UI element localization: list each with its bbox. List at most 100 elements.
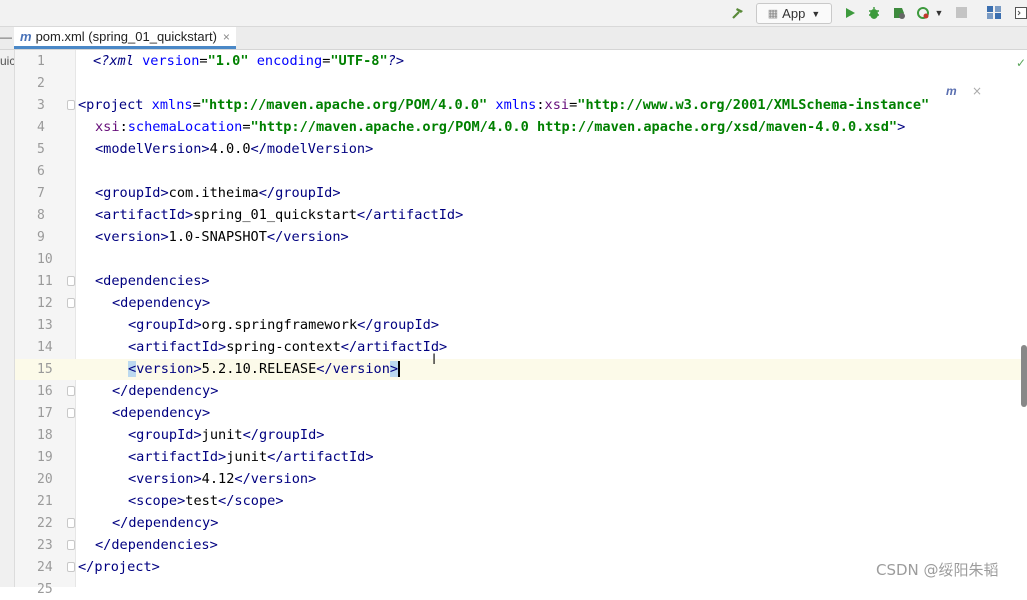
debug-icon[interactable] (865, 3, 883, 22)
line-number: 17 (37, 406, 53, 421)
code-text: <groupId>com.itheima</groupId> (95, 185, 341, 201)
code-text: <artifactId>spring_01_quickstart</artifa… (95, 207, 464, 223)
model-version-value: 4.0.0 (209, 141, 251, 157)
code-line[interactable]: 13 <groupId>org.springframework</groupId… (15, 315, 1027, 336)
schema-location-value: "http://maven.apache.org/POM/4.0.0 http:… (250, 119, 898, 135)
code-line[interactable]: 6 (15, 161, 1027, 182)
group-id-value: com.itheima (168, 185, 259, 201)
app-config-icon: ▦ (767, 8, 779, 20)
close-icon[interactable]: × (972, 84, 982, 98)
line-number: 19 (37, 450, 53, 465)
code-line[interactable]: 20 <version>4.12</version> (15, 469, 1027, 490)
line-number: 11 (37, 274, 53, 289)
line-number: 3 (37, 98, 45, 113)
code-line[interactable]: 21 <scope>test</scope> (15, 491, 1027, 512)
code-line[interactable]: 9 <version>1.0-SNAPSHOT</version> (15, 227, 1027, 248)
fold-marker[interactable] (67, 100, 75, 110)
code-line[interactable]: 3 <project xmlns="http://maven.apache.or… (15, 95, 1027, 116)
code-line[interactable]: 14 <artifactId>spring-context</artifactI… (15, 337, 1027, 358)
code-line[interactable]: 19 <artifactId>junit</artifactId> (15, 447, 1027, 468)
dep1-artifact-id-value: spring-context (226, 339, 341, 355)
code-line[interactable]: 10 (15, 249, 1027, 270)
line-number: 5 (37, 142, 45, 157)
line-number: 4 (37, 120, 45, 135)
code-line[interactable]: 17 <dependency> (15, 403, 1027, 424)
code-text: <?xml version="1.0" encoding="UTF-8"?> (93, 53, 405, 69)
run-icon[interactable] (841, 3, 859, 22)
dep2-scope-value: test (185, 493, 219, 509)
profile-icon[interactable] (914, 3, 932, 22)
code-line[interactable]: 25 (15, 579, 1027, 600)
line-number: 2 (37, 76, 45, 91)
scrollbar-handle[interactable] (1021, 345, 1027, 407)
code-line[interactable]: 1 <?xml version="1.0" encoding="UTF-8"?> (15, 51, 1027, 72)
code-editor[interactable]: 1 <?xml version="1.0" encoding="UTF-8"?>… (15, 51, 1027, 597)
code-text: <project xmlns="http://maven.apache.org/… (78, 97, 930, 113)
hammer-icon[interactable] (729, 3, 747, 22)
fold-marker[interactable] (67, 298, 75, 308)
code-text: <groupId>org.springframework</groupId> (128, 317, 440, 333)
terminal-icon[interactable] (1012, 3, 1027, 22)
chevron-down-icon[interactable]: ▼ (934, 3, 944, 22)
code-text: <version>4.12</version> (128, 471, 317, 487)
project-panel-strip[interactable]: uic (0, 50, 15, 587)
fold-marker[interactable] (67, 540, 75, 550)
code-line[interactable]: 16 </dependency> (15, 381, 1027, 402)
code-text: </dependencies> (95, 537, 218, 553)
text-cursor (398, 361, 401, 377)
line-number: 13 (37, 318, 53, 333)
fold-marker[interactable] (67, 518, 75, 528)
code-text: <modelVersion>4.0.0</modelVersion> (95, 141, 374, 157)
code-line[interactable]: 4 xsi:schemaLocation="http://maven.apach… (15, 117, 1027, 138)
line-number: 20 (37, 472, 53, 487)
watermark: CSDN @绥阳朱韬 (876, 561, 999, 579)
line-number: 8 (37, 208, 45, 223)
dep1-version-value: 5.2.10.RELEASE (201, 361, 317, 377)
minimize-icon[interactable]: — (0, 30, 12, 44)
close-icon[interactable]: × (223, 30, 230, 44)
code-line[interactable]: 11 <dependencies> (15, 271, 1027, 292)
run-configuration-select[interactable]: ▦ App ▼ (756, 3, 832, 24)
stop-icon[interactable] (952, 3, 970, 22)
code-text: xsi:schemaLocation="http://maven.apache.… (95, 119, 906, 135)
dep2-version-value: 4.12 (201, 471, 235, 487)
code-line[interactable]: 8 <artifactId>spring_01_quickstart</arti… (15, 205, 1027, 226)
inspection-ok-icon[interactable]: ✓ (1016, 56, 1026, 70)
code-text: <artifactId>junit</artifactId> (128, 449, 374, 465)
line-number: 25 (37, 582, 53, 597)
project-structure-icon[interactable] (985, 3, 1003, 22)
line-number: 14 (37, 340, 53, 355)
line-number: 23 (37, 538, 53, 553)
fold-marker[interactable] (67, 386, 75, 396)
maven-reload-icon[interactable]: m (946, 84, 966, 100)
coverage-icon[interactable] (890, 3, 908, 22)
fold-marker[interactable] (67, 276, 75, 286)
code-text: </dependency> (112, 515, 219, 531)
code-line[interactable]: 7 <groupId>com.itheima</groupId> (15, 183, 1027, 204)
line-number: 22 (37, 516, 53, 531)
line-number: 6 (37, 164, 45, 179)
tab-pom-xml[interactable]: m pom.xml (spring_01_quickstart) × (14, 27, 236, 49)
tab-title: pom.xml (spring_01_quickstart) (35, 29, 217, 44)
code-line[interactable]: 2 (15, 73, 1027, 94)
code-line[interactable]: 23 </dependencies> (15, 535, 1027, 556)
line-number: 12 (37, 296, 53, 311)
code-line[interactable]: 22 </dependency> (15, 513, 1027, 534)
code-line[interactable]: 12 <dependency> (15, 293, 1027, 314)
code-line[interactable]: 18 <groupId>junit</groupId> (15, 425, 1027, 446)
line-number: 9 (37, 230, 45, 245)
line-number: 24 (37, 560, 53, 575)
code-line-current[interactable]: 15 <version>5.2.10.RELEASE</version> (15, 359, 1027, 380)
fold-marker[interactable] (67, 408, 75, 418)
xmlns-xsi-value: "http://www.w3.org/2001/XMLSchema-instan… (577, 97, 930, 113)
xml-version-value: "1.0" (207, 53, 249, 69)
line-number: 15 (37, 362, 53, 377)
code-text: <dependency> (112, 295, 211, 311)
code-text: <artifactId>spring-context</artifactId> (128, 339, 448, 355)
code-text: <version>1.0-SNAPSHOT</version> (95, 229, 349, 245)
fold-marker[interactable] (67, 562, 75, 572)
run-configuration-label: App (782, 6, 806, 21)
code-line[interactable]: 5 <modelVersion>4.0.0</modelVersion> (15, 139, 1027, 160)
mouse-ibeam-icon: I (432, 352, 437, 368)
dep2-group-id-value: junit (201, 427, 243, 443)
